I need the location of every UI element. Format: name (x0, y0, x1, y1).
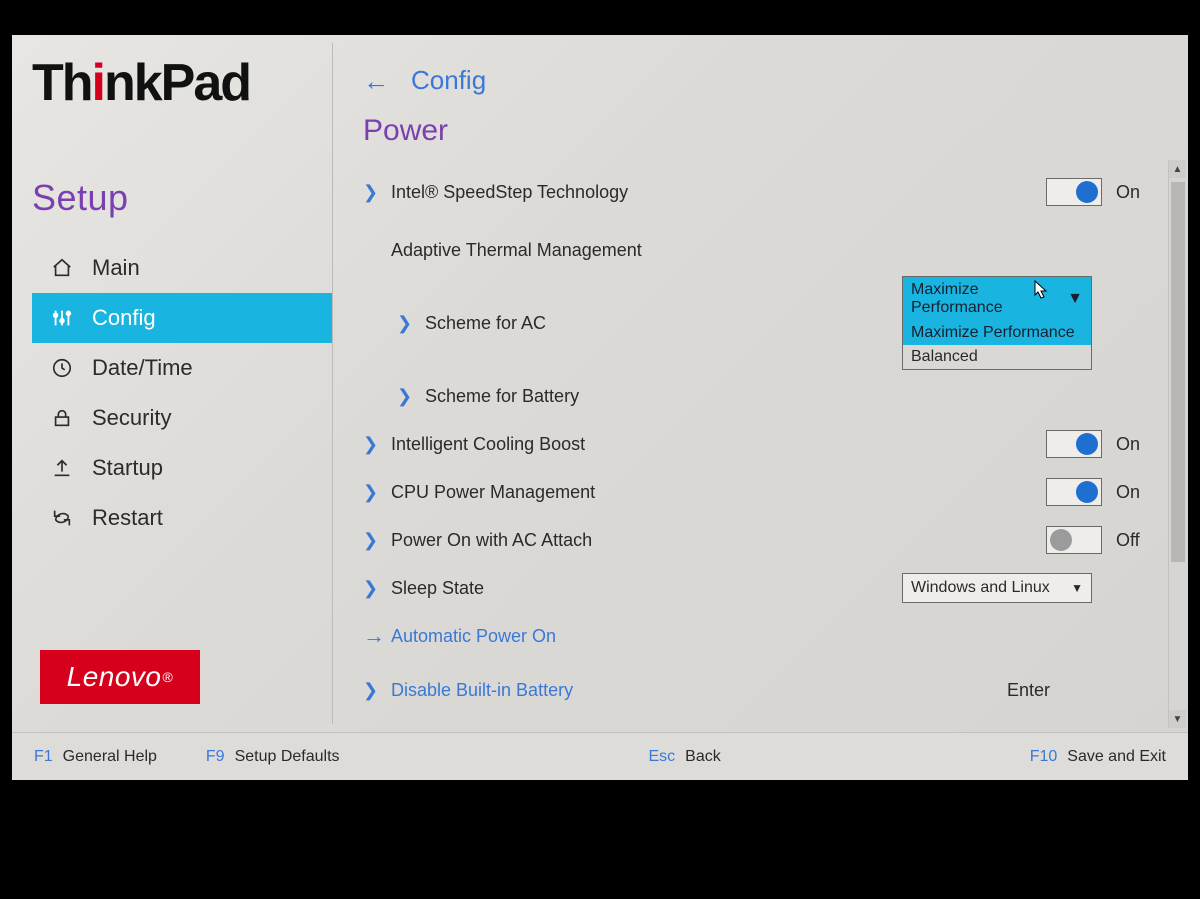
dropdown-option-max-perf[interactable]: Maximize Performance (903, 321, 1091, 345)
sidebar-item-label: Main (92, 255, 140, 281)
chevron-right-icon: ❯ (363, 182, 391, 203)
select-sleep-state[interactable]: Windows and Linux ▼ (902, 573, 1092, 603)
enter-action-label: Enter (1007, 680, 1050, 701)
content-area: ← Config Power ❯ Intel® SpeedStep Techno… (333, 35, 1188, 732)
page-title: Power (363, 114, 1158, 148)
toggle-cpu-power-mgmt[interactable]: On (1046, 478, 1150, 506)
row-label: Scheme for AC (425, 313, 546, 334)
row-label: Disable Built-in Battery (391, 680, 573, 701)
lock-icon (48, 407, 76, 429)
setup-title: Setup (32, 177, 332, 219)
fkey-label: Esc (648, 748, 675, 766)
row-cooling-boost[interactable]: ❯ Intelligent Cooling Boost On (363, 420, 1158, 468)
sidebar-item-config[interactable]: Config (32, 293, 332, 343)
row-sleep-state[interactable]: ❯ Sleep State Windows and Linux ▼ (363, 564, 1158, 612)
sidebar-item-restart[interactable]: Restart (32, 493, 332, 543)
row-power-on-ac-attach[interactable]: ❯ Power On with AC Attach Off (363, 516, 1158, 564)
scroll-thumb[interactable] (1171, 182, 1185, 562)
footer-label: Back (685, 748, 721, 766)
row-label: CPU Power Management (391, 482, 595, 503)
fkey-label: F10 (1030, 748, 1058, 766)
chevron-right-icon: ❯ (363, 482, 391, 503)
chevron-right-icon: ❯ (363, 434, 391, 455)
clock-icon (48, 357, 76, 379)
sidebar-item-label: Config (92, 305, 156, 331)
footer-label: General Help (63, 748, 157, 766)
footer-setup-defaults[interactable]: F9 Setup Defaults (206, 748, 340, 766)
row-label: Automatic Power On (391, 626, 556, 647)
scroll-down-button[interactable]: ▼ (1169, 710, 1186, 728)
footer-back[interactable]: Esc Back (648, 748, 720, 766)
dropdown-selected[interactable]: Maximize Performance ▼ (903, 277, 1091, 321)
sidebar-item-main[interactable]: Main (32, 243, 332, 293)
back-arrow-icon: ← (363, 68, 389, 94)
home-icon (48, 257, 76, 279)
scroll-up-button[interactable]: ▲ (1169, 160, 1186, 178)
row-cpu-power-mgmt[interactable]: ❯ CPU Power Management On (363, 468, 1158, 516)
chevron-down-icon: ▼ (1067, 290, 1083, 308)
fkey-label: F9 (206, 748, 225, 766)
breadcrumb-back[interactable]: ← Config (363, 65, 1158, 96)
footer-label: Setup Defaults (235, 748, 340, 766)
row-label: Adaptive Thermal Management (391, 240, 642, 261)
row-scheme-ac[interactable]: ❯ Scheme for AC Maximize Performance ▼ M… (363, 274, 1158, 372)
fkey-label: F1 (34, 748, 53, 766)
row-label: Intel® SpeedStep Technology (391, 182, 628, 203)
sidebar-item-datetime[interactable]: Date/Time (32, 343, 332, 393)
toggle-state-label: On (1116, 434, 1150, 455)
sidebar-item-label: Restart (92, 505, 163, 531)
chevron-right-icon: ❯ (363, 680, 391, 701)
row-automatic-power-on[interactable]: → Automatic Power On (363, 612, 1158, 660)
footer-save-and-exit[interactable]: F10 Save and Exit (1030, 748, 1166, 766)
row-disable-builtin-battery[interactable]: ❯ Disable Built-in Battery Enter (363, 666, 1158, 714)
sidebar-item-label: Date/Time (92, 355, 193, 381)
toggle-cooling-boost[interactable]: On (1046, 430, 1150, 458)
sidebar-item-label: Startup (92, 455, 163, 481)
chevron-right-icon: ❯ (397, 313, 425, 334)
chevron-right-icon: ❯ (397, 386, 425, 407)
toggle-power-on-ac-attach[interactable]: Off (1046, 526, 1150, 554)
sidebar-item-label: Security (92, 405, 171, 431)
chevron-down-icon: ▼ (1071, 581, 1083, 595)
select-value: Windows and Linux (911, 579, 1050, 597)
footer-label: Save and Exit (1067, 748, 1166, 766)
thinkpad-logo: ThinkPad (32, 57, 332, 119)
toggle-state-label: On (1116, 182, 1150, 203)
row-thermal-heading: ❯ Adaptive Thermal Management (363, 226, 1158, 274)
row-label: Scheme for Battery (425, 386, 579, 407)
vertical-scrollbar[interactable]: ▲ ▼ (1168, 160, 1186, 728)
row-label: Sleep State (391, 578, 484, 599)
breadcrumb-label: Config (411, 65, 486, 96)
chevron-right-icon: ❯ (363, 578, 391, 599)
row-speedstep[interactable]: ❯ Intel® SpeedStep Technology On (363, 168, 1158, 216)
row-label: Power On with AC Attach (391, 530, 592, 551)
footer-general-help[interactable]: F1 General Help (34, 748, 157, 766)
sidebar-item-startup[interactable]: Startup (32, 443, 332, 493)
sliders-icon (48, 307, 76, 329)
toggle-speedstep[interactable]: On (1046, 178, 1150, 206)
dropdown-option-balanced[interactable]: Balanced (903, 345, 1091, 369)
footer-bar: F1 General Help F9 Setup Defaults Esc Ba… (12, 732, 1188, 780)
sidebar: ThinkPad Setup Main Config (12, 35, 332, 732)
chevron-right-icon: ❯ (363, 530, 391, 551)
dropdown-scheme-ac[interactable]: Maximize Performance ▼ Maximize Performa… (902, 276, 1092, 370)
arrow-right-icon: → (363, 623, 391, 649)
restart-icon (48, 507, 76, 529)
sidebar-nav: Main Config Date/Time (32, 243, 332, 543)
lenovo-logo: Lenovo® (40, 650, 200, 704)
row-label: Intelligent Cooling Boost (391, 434, 585, 455)
sidebar-item-security[interactable]: Security (32, 393, 332, 443)
row-scheme-battery[interactable]: ❯ Scheme for Battery (363, 372, 1158, 420)
upload-icon (48, 457, 76, 479)
toggle-state-label: On (1116, 482, 1150, 503)
toggle-state-label: Off (1116, 530, 1150, 551)
